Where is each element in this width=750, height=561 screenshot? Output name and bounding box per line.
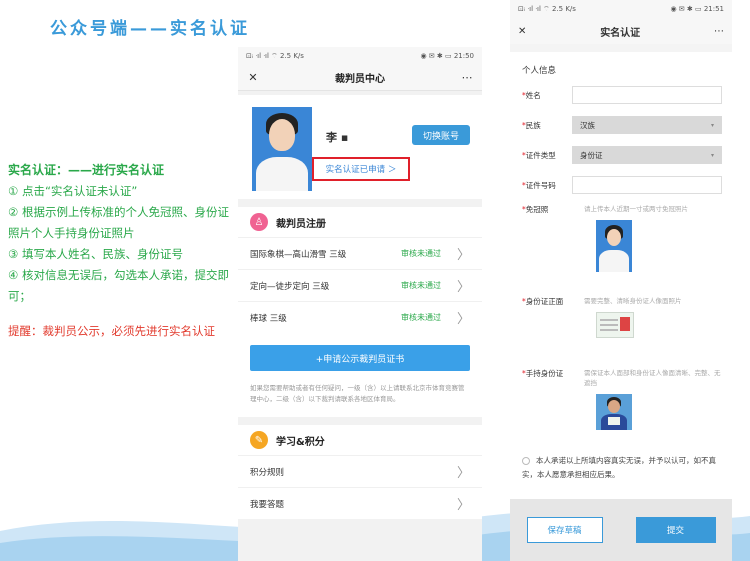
status-bar-left: ⊡ᵢ ᐧıl ᐧıl ⌔ 2.5 K/s — [246, 51, 304, 60]
form-group-title: 个人信息 — [522, 66, 557, 76]
notes-step: ③ 填写本人姓名、民族、身份证号 — [8, 247, 183, 261]
headshot-image[interactable] — [596, 220, 632, 272]
section-header: ✎ 学习&积分 — [238, 425, 482, 455]
id-number-label: 证件号码 — [525, 180, 556, 190]
list-item[interactable]: 积分规则 〉 — [238, 455, 482, 487]
section-title: 学习&积分 — [276, 436, 325, 448]
switch-account-button[interactable]: 切换账号 — [412, 125, 470, 145]
chevron-right-icon: 〉 — [456, 312, 470, 327]
headshot-hint: 请上传本人近期一寸或两寸免冠照片 — [584, 205, 688, 213]
nav-bar: ✕ 实名认证 ⋯ — [510, 18, 732, 44]
submit-button[interactable]: 提交 — [635, 517, 716, 543]
list-item-label: 定向—徒步定向 三级 — [250, 281, 330, 292]
section-header: ♙ 裁判员注册 — [238, 207, 482, 237]
handheld-id-upload: *手持身份证 需保证本人面部和身份证人像面清晰、完整、无遮挡 — [510, 364, 732, 436]
close-icon[interactable]: ✕ — [518, 26, 526, 37]
notes-heading: 实名认证：——进行实名认证 — [8, 163, 165, 177]
notes-step: ② 根据示例上传标准的个人免冠照、身份证照片个人手持身份证照片 — [8, 205, 229, 240]
status-bar-right: ◉ ✉ ✱ ▭ 21:51 — [670, 5, 724, 13]
id-front-label: 身份证正面 — [525, 297, 564, 306]
form-body: 个人信息 *姓名 *民族 汉族 ▾ *证件类型 身份证 ▾ *证件号码 *免冠照… — [510, 52, 732, 532]
more-icon[interactable]: ⋯ — [714, 26, 724, 37]
id-type-select[interactable]: 身份证 ▾ — [572, 146, 722, 164]
referee-center-screen: ⊡ᵢ ᐧıl ᐧıl ⌔ 2.5 K/s ◉ ✉ ✱ ▭ 21:50 ✕ 裁判员… — [238, 47, 482, 561]
ethnicity-label: 民族 — [525, 120, 541, 130]
help-note: 如果您需要帮助或者有任何疑问，一级（含）以上请联系北京市体育竞赛管理中心，二级（… — [250, 384, 465, 403]
list-item[interactable]: 棒球 三级 审核未通过 〉 — [238, 301, 482, 333]
ethnicity-select[interactable]: 汉族 ▾ — [572, 116, 722, 134]
list-item[interactable]: 定向—徒步定向 三级 审核未通过 〉 — [238, 269, 482, 301]
list-item-label: 棒球 三级 — [250, 313, 287, 324]
status-badge: 审核未通过 — [400, 313, 441, 322]
profile-name: 李 ▪ — [326, 131, 349, 144]
agreement-row[interactable]: 本人承诺以上所填内容真实无误，并予以认可，如不真实，本人愿意承担相应后果。 — [510, 436, 732, 482]
status-badge: 审核未通过 — [400, 281, 441, 290]
real-name-verify-link[interactable]: 实名认证已申请 ＞ — [312, 157, 410, 181]
status-bar-left: ⊡ᵢ ᐧıl ᐧıl ⌔ 2.5 K/s — [518, 4, 576, 13]
id-type-label: 证件类型 — [525, 150, 556, 160]
ethnicity-value: 汉族 — [580, 120, 595, 130]
person-icon: ♙ — [250, 213, 268, 231]
study-icon: ✎ — [250, 431, 268, 449]
form-footer: 保存草稿 提交 — [510, 499, 732, 561]
id-front-upload: *身份证正面 需要完整、清晰身份证人像面照片 — [510, 292, 732, 364]
list-item-label: 我要答题 — [250, 499, 285, 510]
apply-certificate-button[interactable]: +申请公示裁判员证书 — [250, 345, 470, 371]
chevron-right-icon: 〉 — [456, 466, 470, 481]
avatar — [252, 107, 312, 191]
name-row: *姓名 — [510, 80, 732, 110]
status-bar: ⊡ᵢ ᐧıl ᐧıl ⌔ 2.5 K/s ◉ ✉ ✱ ▭ 21:51 — [510, 0, 732, 18]
agreement-text: 本人承诺以上所填内容真实无误，并予以认可，如不真实，本人愿意承担相应后果。 — [522, 456, 716, 479]
list-item-label: 国际象棋—高山滑雪 三级 — [250, 249, 347, 260]
section-title: 裁判员注册 — [276, 218, 326, 230]
id-type-row: *证件类型 身份证 ▾ — [510, 140, 732, 170]
notes-reminder: 提醒：裁判员公示，必须先进行实名认证 — [8, 324, 215, 338]
save-draft-button[interactable]: 保存草稿 — [526, 517, 603, 543]
page-title: 裁判员中心 — [335, 74, 385, 85]
more-icon[interactable]: ⋯ — [460, 71, 474, 84]
status-bar: ⊡ᵢ ᐧıl ᐧıl ⌔ 2.5 K/s ◉ ✉ ✱ ▭ 21:50 — [238, 47, 482, 65]
id-type-value: 身份证 — [580, 150, 603, 160]
list-item[interactable]: 国际象棋—高山滑雪 三级 审核未通过 〉 — [238, 237, 482, 269]
status-bar-right: ◉ ✉ ✱ ▭ 21:50 — [420, 52, 474, 60]
chevron-right-icon: 〉 — [456, 280, 470, 295]
notes-step: ① 点击“实名认证未认证” — [8, 184, 138, 198]
profile-card: 李 ▪ 切换账号 实名认证已申请 ＞ — [238, 95, 482, 199]
close-icon[interactable]: ✕ — [246, 71, 260, 84]
real-name-form-screen: ⊡ᵢ ᐧıl ᐧıl ⌔ 2.5 K/s ◉ ✉ ✱ ▭ 21:51 ✕ 实名认… — [510, 0, 732, 561]
notes-step: ④ 核对信息无误后，勾选本人承诺，提交即可； — [8, 268, 229, 303]
handheld-label: 手持身份证 — [525, 369, 564, 378]
status-badge: 审核未通过 — [400, 249, 441, 258]
study-points-section: ✎ 学习&积分 积分规则 〉 我要答题 〉 — [238, 425, 482, 519]
ethnicity-row: *民族 汉族 ▾ — [510, 110, 732, 140]
nav-bar: ✕ 裁判员中心 ⋯ — [238, 65, 482, 91]
slide-title: 公众号端——实名认证 — [50, 19, 250, 39]
handheld-hint: 需保证本人面部和身份证人像面清晰、完整、无遮挡 — [584, 369, 721, 387]
headshot-label: 免冠照 — [525, 205, 549, 214]
list-item[interactable]: 我要答题 〉 — [238, 487, 482, 519]
agreement-checkbox[interactable] — [522, 457, 530, 465]
id-front-hint: 需要完整、清晰身份证人像面照片 — [584, 297, 682, 305]
id-number-row: *证件号码 — [510, 170, 732, 200]
chevron-right-icon: 〉 — [456, 248, 470, 263]
instruction-notes: 实名认证：——进行实名认证 ① 点击“实名认证未认证” ② 根据示例上传标准的个… — [8, 160, 230, 342]
list-item-label: 积分规则 — [250, 467, 285, 478]
headshot-upload: *免冠照 请上传本人近期一寸或两寸免冠照片 — [510, 200, 732, 286]
chevron-down-icon: ▾ — [710, 151, 714, 159]
id-front-image[interactable] — [596, 312, 634, 338]
id-number-field[interactable] — [572, 176, 722, 194]
handheld-image[interactable] — [596, 394, 632, 430]
name-field[interactable] — [572, 86, 722, 104]
chevron-down-icon: ▾ — [710, 121, 714, 129]
page-title: 实名认证 — [600, 27, 641, 39]
name-label: 姓名 — [525, 90, 541, 100]
chevron-right-icon: 〉 — [456, 498, 470, 513]
referee-registration-section: ♙ 裁判员注册 国际象棋—高山滑雪 三级 审核未通过 〉 定向—徒步定向 三级 … — [238, 207, 482, 417]
